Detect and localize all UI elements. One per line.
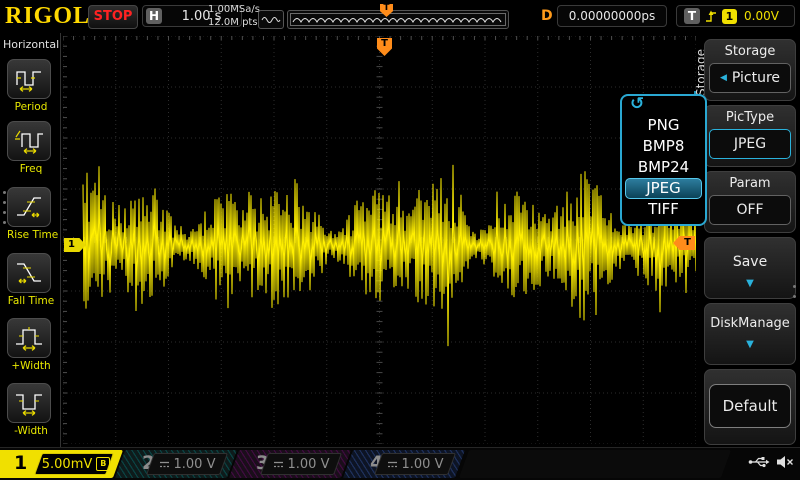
display-grid: T 1 T — [63, 36, 696, 444]
measure-item-period[interactable]: Period — [7, 59, 55, 113]
measure-item-plus-width[interactable]: +Width — [7, 318, 55, 372]
channel-scale: 1.00 V — [174, 457, 216, 472]
plus-width-icon — [14, 324, 44, 352]
delay-value-field[interactable]: 0.00000000ps — [557, 5, 667, 27]
bandwidth-limit-badge: B — [96, 457, 110, 471]
channel-status-bar: 1 5.00mV B 2 — [0, 447, 800, 480]
horizontal-badge: H — [146, 8, 162, 24]
memory-waveform-preview — [290, 13, 506, 26]
minus-width-icon — [14, 389, 44, 417]
oscilloscope-screen: RIGOL STOP H 1.00 s 1.00MSa/s 12.0M pts … — [0, 0, 800, 480]
sine-wave-icon — [261, 14, 281, 26]
trigger-source-badge: 1 — [722, 9, 737, 24]
pictype-options: PNG BMP8 BMP24 JPEG TIFF — [625, 115, 702, 220]
popup-item-bmp8[interactable]: BMP8 — [625, 136, 702, 157]
menu-key-storage[interactable]: Storage ◀ Picture — [704, 39, 796, 101]
menu-key-param[interactable]: Param OFF — [704, 171, 796, 233]
down-arrow-icon: ▼ — [705, 278, 795, 289]
menu-key-save[interactable]: Save ▼ — [704, 237, 796, 299]
measure-item-label: +Width — [7, 360, 55, 372]
trigger-status-field[interactable]: T 1 0.00V — [676, 5, 795, 27]
measure-item-freq[interactable]: Freq — [7, 121, 55, 175]
top-bar: RIGOL STOP H 1.00 s 1.00MSa/s 12.0M pts … — [0, 0, 800, 33]
sample-rate: 1.00MSa/s — [208, 3, 260, 16]
rotate-icon: ↺ — [630, 94, 644, 114]
menu-key-default[interactable]: Default — [704, 369, 796, 445]
period-icon — [14, 65, 44, 93]
popup-item-jpeg[interactable]: JPEG — [625, 178, 702, 199]
pictype-popup: ↺ PNG BMP8 BMP24 JPEG TIFF — [620, 94, 707, 226]
channel-2-status[interactable]: 2 1.00 V — [120, 450, 232, 478]
left-arrow-icon: ◀ — [720, 73, 727, 83]
trigger-slope-icon — [704, 9, 718, 23]
menu-page-dots — [793, 285, 796, 298]
menu-key-diskmanage[interactable]: DiskManage ▼ — [704, 303, 796, 365]
trigger-level-value: 0.00V — [744, 9, 779, 23]
measure-sidebar: Horizontal Period Freq — [0, 33, 61, 447]
channel-1-status[interactable]: 1 5.00mV B — [0, 450, 118, 478]
channel1-waveform — [63, 36, 696, 444]
trigger-badge: T — [684, 8, 700, 24]
measure-item-label: Rise Time — [7, 229, 55, 241]
measure-item-label: Freq — [7, 163, 55, 175]
dc-coupling-icon — [159, 460, 170, 469]
usb-icon — [748, 454, 770, 470]
status-bar-filler — [459, 450, 731, 478]
acquisition-info: 1.00MSa/s 12.0M pts — [208, 3, 260, 29]
dc-coupling-icon — [387, 460, 398, 469]
delay-label: D — [541, 8, 553, 24]
measure-item-label: Fall Time — [7, 295, 55, 307]
measure-item-label: -Width — [7, 425, 55, 437]
popup-item-png[interactable]: PNG — [625, 115, 702, 136]
menu-key-pictype[interactable]: PicType JPEG — [704, 105, 796, 167]
menu-key-value: Default — [723, 397, 778, 415]
channel-number: 1 — [14, 452, 27, 474]
menu-key-value: Picture — [732, 70, 780, 86]
storage-menu: Storage Storage ◀ Picture PicType JPEG P… — [700, 33, 800, 447]
down-arrow-icon: ▼ — [705, 339, 795, 350]
channel-scale: 1.00 V — [288, 457, 330, 472]
menu-key-value: OFF — [736, 202, 763, 218]
run-state-button[interactable]: STOP — [88, 5, 138, 29]
dc-coupling-icon — [273, 460, 284, 469]
fall-time-icon — [14, 259, 44, 287]
sidebar-title: Horizontal — [3, 38, 59, 51]
channel-3-status[interactable]: 3 1.00 V — [234, 450, 346, 478]
sidebar-page-dots — [3, 191, 6, 224]
waveform-icon-box — [258, 10, 284, 29]
memory-position-strip[interactable]: T — [287, 10, 509, 29]
popup-item-tiff[interactable]: TIFF — [625, 199, 702, 220]
channel-4-status[interactable]: 4 1.00 V — [348, 450, 460, 478]
menu-key-value: JPEG — [734, 136, 766, 152]
channel-scale: 5.00mV — [42, 457, 93, 472]
rise-time-icon — [14, 193, 44, 221]
brand-logo: RIGOL — [5, 3, 90, 30]
popup-item-bmp24[interactable]: BMP24 — [625, 157, 702, 178]
status-icons — [748, 454, 795, 470]
channel-scale: 1.00 V — [402, 457, 444, 472]
measure-item-fall-time[interactable]: Fall Time — [7, 253, 55, 307]
measure-item-rise-time[interactable]: Rise Time — [7, 187, 55, 241]
memory-depth: 12.0M pts — [208, 16, 260, 29]
measure-item-label: Period — [7, 101, 55, 113]
freq-icon — [14, 127, 44, 155]
measure-item-minus-width[interactable]: -Width — [7, 383, 55, 437]
speaker-muted-icon — [775, 454, 795, 470]
